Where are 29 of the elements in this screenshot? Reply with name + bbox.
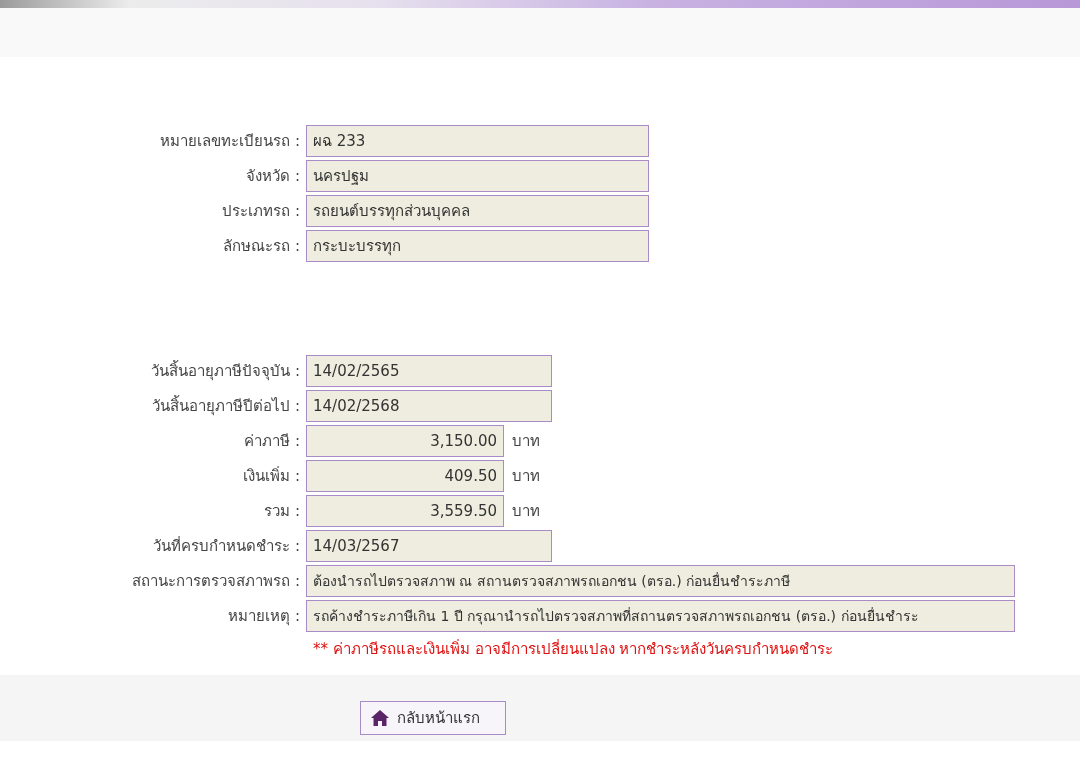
unit-label: บาท bbox=[512, 431, 540, 452]
input-field[interactable]: ผฉ 233 bbox=[306, 125, 649, 157]
input-field[interactable]: นครปฐม bbox=[306, 160, 649, 192]
input-field[interactable]: รถค้างชำระภาษีเกิน 1 ปี กรุณานำรถไปตรวจสภาพที่สถานตรวจสภาพรถเอกชน (ตรอ.) ก่อนยื่นชำระ bbox=[306, 600, 1015, 632]
field-label: ค่าภาษี : bbox=[243, 431, 300, 452]
field-label: ลักษณะรถ : bbox=[222, 236, 300, 257]
unit-label: บาท bbox=[512, 466, 540, 487]
home-button[interactable]: กลับหน้าแรก bbox=[360, 701, 506, 735]
input-field[interactable]: รถยนต์บรรทุกส่วนบุคคล bbox=[306, 195, 649, 227]
input-field[interactable]: ต้องนำรถไปตรวจสภาพ ณ สถานตรวจสภาพรถเอกชน (ตรอ.) ก่อนยื่นชำระภาษี bbox=[306, 565, 1015, 597]
input-field[interactable]: 14/02/2568 bbox=[306, 390, 552, 422]
field-label: สถานะการตรวจสภาพรถ : bbox=[131, 571, 300, 592]
input-field[interactable]: 3,150.00 bbox=[306, 425, 504, 457]
field-label: จังหวัด : bbox=[245, 166, 300, 187]
field-label: วันสิ้นอายุภาษีปัจจุบัน : bbox=[150, 359, 300, 383]
input-field[interactable]: 409.50 bbox=[306, 460, 504, 492]
field-label: ประเภทรถ : bbox=[221, 201, 300, 222]
field-label: วันสิ้นอายุภาษีปีต่อไป : bbox=[151, 394, 300, 418]
field-label: รวม : bbox=[263, 501, 300, 522]
input-field[interactable]: 3,559.50 bbox=[306, 495, 504, 527]
unit-label: บาท bbox=[512, 501, 540, 522]
warning-text: ** ค่าภาษีรถและเงินเพิ่ม อาจมีการเปลี่ยนแปลง หากชำระหลังวันครบกำหนดชำระ bbox=[312, 638, 835, 660]
field-label: หมายเหตุ : bbox=[227, 606, 300, 628]
field-label: หมายเลขทะเบียนรถ : bbox=[159, 131, 300, 152]
input-field[interactable]: กระบะบรรทุก bbox=[306, 230, 649, 262]
field-label: วันที่ครบกำหนดชำระ : bbox=[152, 535, 300, 557]
input-field[interactable]: 14/02/2565 bbox=[306, 355, 552, 387]
field-label: เงินเพิ่ม : bbox=[242, 465, 300, 487]
input-field[interactable]: 14/03/2567 bbox=[306, 530, 552, 562]
